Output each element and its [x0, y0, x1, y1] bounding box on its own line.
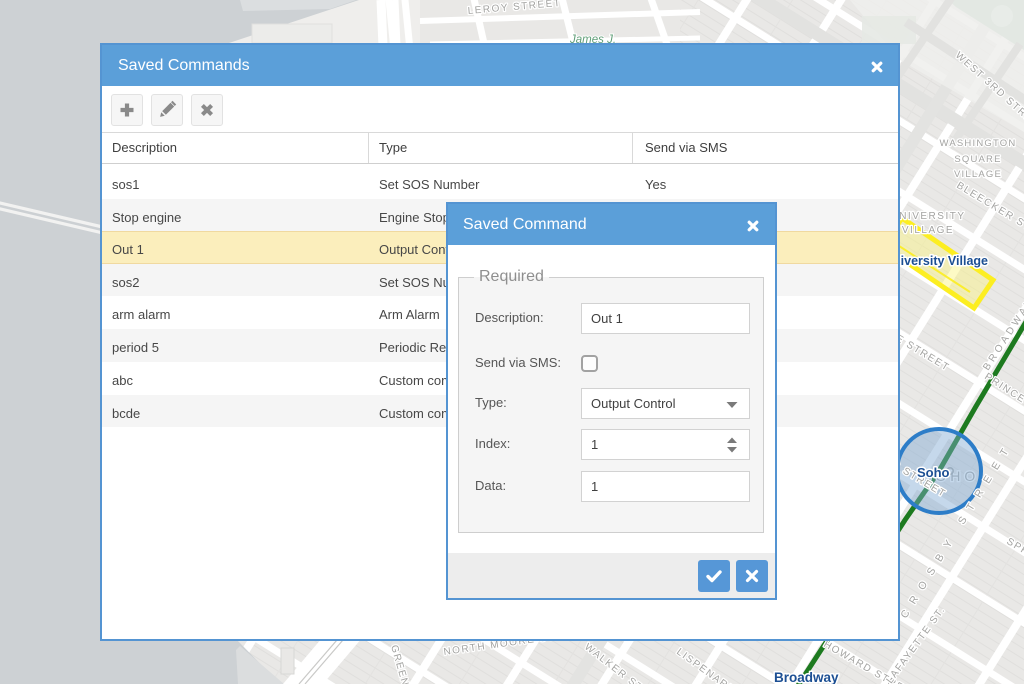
svg-text:Broadway: Broadway	[774, 670, 839, 684]
svg-text:UNIVERSITY: UNIVERSITY	[890, 211, 965, 222]
svg-text:SQUARE: SQUARE	[954, 154, 1001, 165]
svg-text:VILLAGE: VILLAGE	[954, 169, 1002, 180]
svg-text:VILLAGE: VILLAGE	[902, 225, 954, 236]
svg-text:WASHINGTON: WASHINGTON	[940, 138, 1017, 149]
svg-text:Soho: Soho	[917, 465, 950, 480]
